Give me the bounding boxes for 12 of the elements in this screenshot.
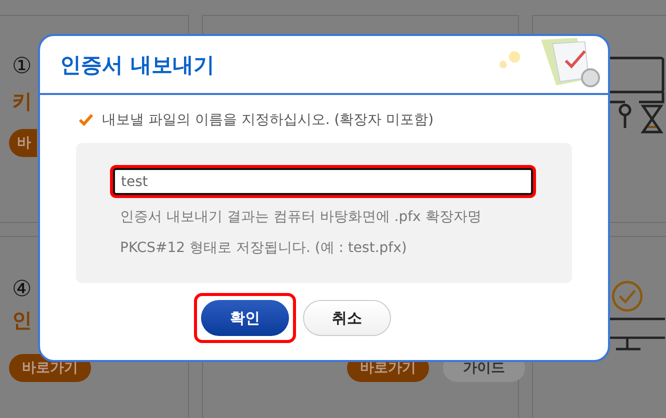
help-text: 인증서 내보내기 결과는 컴퓨터 바탕화면에 .pfx 확장자명 [120, 208, 482, 227]
card-title: 인 [12, 307, 32, 334]
dialog-title: 인증서 내보내기 [60, 52, 214, 78]
check-icon [78, 113, 94, 127]
filename-field[interactable]: test [110, 165, 536, 198]
step-number: ④ [12, 277, 32, 302]
confirm-button[interactable]: 확인 [194, 293, 296, 343]
card-button[interactable]: 바 [9, 129, 37, 157]
help-text: PKCS#12 형태로 저장됩니다. (예 : test.pfx) [120, 239, 408, 258]
step-number: ① [12, 54, 32, 79]
instruction-text: 내보낼 파일의 이름을 지정하십시오. (확장자 미포함) [102, 111, 434, 129]
card-title: 키 [12, 88, 32, 115]
